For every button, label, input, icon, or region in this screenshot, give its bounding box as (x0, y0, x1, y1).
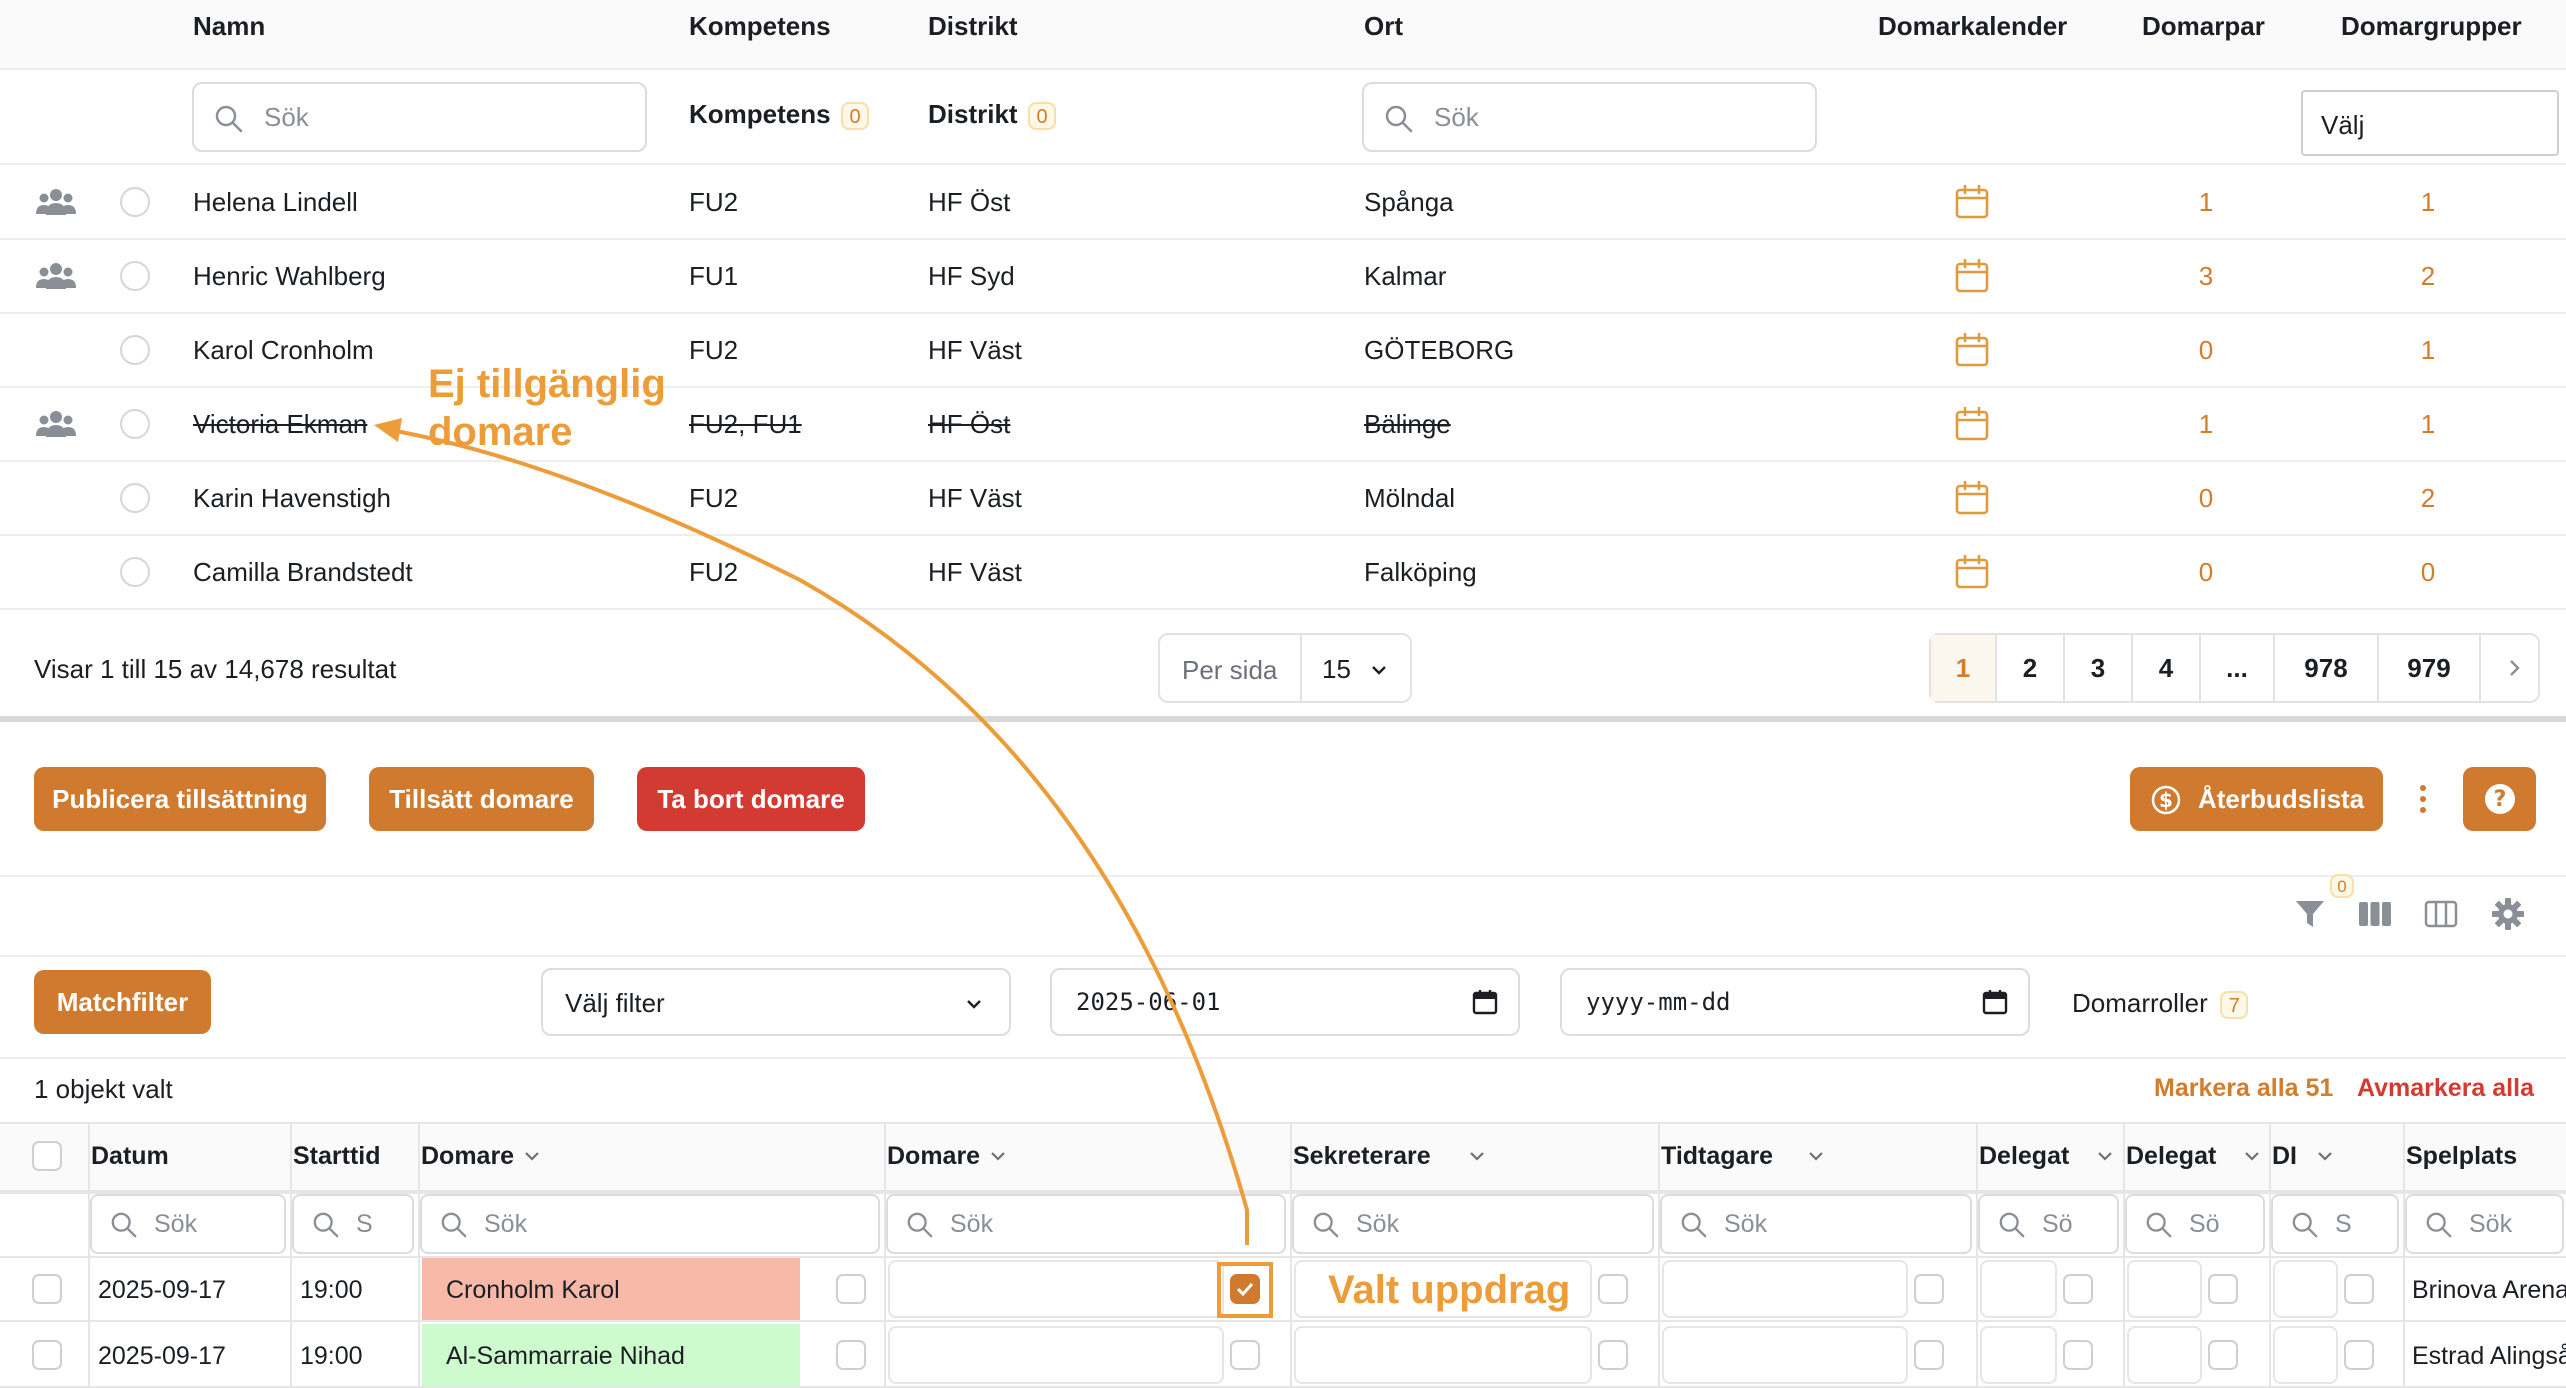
annotation-arrow (374, 418, 1249, 1245)
annotation-selected-assignment: Valt uppdrag (1322, 1266, 1577, 1314)
annotation-unavailable-referee: Ej tillgänglig domare (428, 362, 666, 454)
selected-assignment-highlight (1217, 1262, 1273, 1318)
